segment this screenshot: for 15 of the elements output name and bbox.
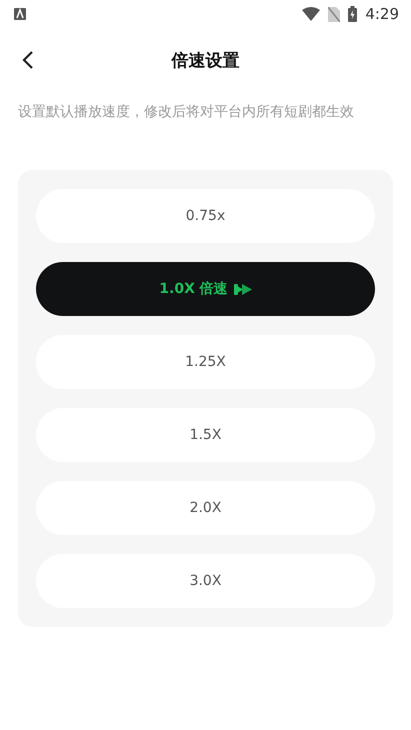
speed-option[interactable]: 1.0X 倍速	[36, 262, 375, 316]
speed-option[interactable]: 0.75x	[36, 189, 375, 243]
wifi-icon	[302, 7, 320, 21]
speed-option[interactable]: 1.25X	[36, 335, 375, 389]
status-time: 4:29	[365, 5, 399, 23]
speed-option[interactable]: 1.5X	[36, 408, 375, 462]
no-sim-icon	[328, 6, 340, 22]
speed-option[interactable]: 2.0X	[36, 481, 375, 535]
page-title: 倍速设置	[172, 50, 240, 72]
description-text: 设置默认播放速度，修改后将对平台内所有短剧都生效	[18, 103, 355, 122]
battery-icon	[348, 6, 358, 22]
app-icon	[14, 8, 26, 20]
speed-option[interactable]: 3.0X	[36, 554, 375, 608]
back-icon	[22, 50, 34, 70]
speed-icon	[234, 284, 252, 294]
